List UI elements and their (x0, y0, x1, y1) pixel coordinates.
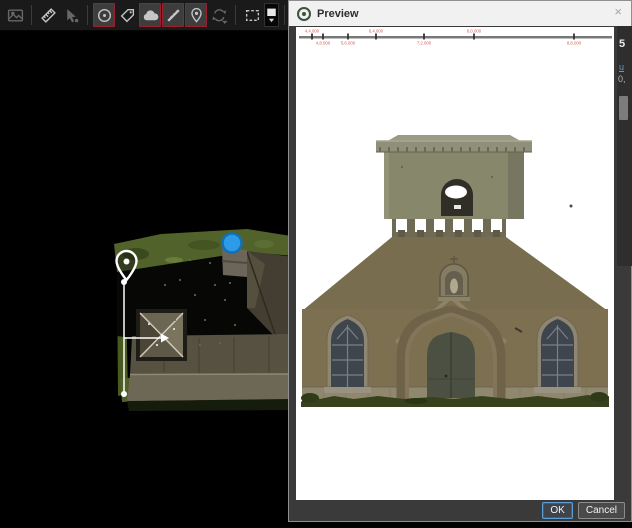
ruler-tick-label: 7,2.000 (417, 41, 432, 46)
marquee-icon (244, 7, 261, 24)
target-circle-tool-button[interactable] (93, 3, 115, 27)
scrollbar-thumb[interactable] (619, 96, 628, 120)
pointcloud-top-view (104, 224, 294, 420)
cancel-button[interactable]: Cancel (578, 502, 625, 519)
ruler-tick-label: 5,6.000 (341, 41, 356, 46)
bell-tower (376, 135, 532, 219)
side-panel-link[interactable]: u (617, 62, 624, 72)
ruler-tick-label: 8,0.000 (467, 29, 482, 34)
point-cloud-tool-button[interactable] (139, 3, 161, 27)
dialog-title-bar[interactable]: Preview × (289, 1, 631, 26)
segment-icon (165, 7, 182, 24)
ruler-tick-label: 8,8.000 (567, 41, 582, 46)
church-facade (301, 135, 609, 407)
pin-icon (188, 7, 205, 24)
image-tool-button[interactable] (4, 3, 26, 27)
tag-icon (119, 7, 136, 24)
ruler-tick-label: 6,4.000 (369, 29, 384, 34)
scale-ruler: 4,4.000 4,8.000 5,6.000 6,4.000 7,2.000 8,0.0… (299, 29, 612, 46)
target-icon (96, 7, 113, 24)
measure-ruler-tool-button[interactable] (37, 3, 59, 27)
side-panel-strip: 5 u 0, (617, 26, 632, 266)
preview-dialog-icon (297, 7, 311, 21)
image-icon (7, 7, 24, 24)
ok-button[interactable]: OK (542, 502, 572, 519)
toolbar-separator (235, 5, 236, 25)
toolbar-separator (284, 5, 285, 25)
split-icon (263, 7, 280, 24)
app-window: Preview × 4,4.000 4,8.000 5,6.000 6,4.000 7,… (0, 0, 632, 528)
orthophoto-preview: 4,4.000 4,8.000 5,6.000 6,4.000 7,2.000 8,0.0… (296, 27, 614, 502)
right-window (534, 315, 581, 393)
ruler-tick-label: 4,4.000 (305, 29, 320, 34)
toolbar-separator (31, 5, 32, 25)
marquee-select-tool-button[interactable] (241, 3, 263, 27)
preview-canvas: 4,4.000 4,8.000 5,6.000 6,4.000 7,2.000 8,0.0… (296, 27, 614, 502)
side-panel-value-2: 0, (617, 74, 626, 84)
dialog-footer: OK Cancel (289, 500, 631, 521)
preview-dialog: Preview × 4,4.000 4,8.000 5,6.000 6,4.000 7,… (288, 0, 632, 522)
tag-tool-button[interactable] (116, 3, 138, 27)
orbit-tool-button[interactable] (208, 3, 230, 27)
orbit-icon (211, 7, 228, 24)
close-icon[interactable]: × (614, 4, 622, 19)
corbel-row (392, 218, 506, 237)
pick-icon (63, 7, 80, 24)
scan-artifact-dot (570, 205, 573, 208)
pick-point-tool-button[interactable] (60, 3, 82, 27)
left-window (324, 315, 371, 393)
display-mode-dropdown[interactable] (264, 3, 279, 27)
pin-tool-button[interactable] (185, 3, 207, 27)
toolbar-separator (87, 5, 88, 25)
cloud-icon (142, 7, 159, 24)
ruler-tick-label: 4,8.000 (316, 41, 331, 46)
measure-segment-tool-button[interactable] (162, 3, 184, 27)
dialog-title: Preview (317, 8, 359, 20)
ruler-icon (40, 7, 57, 24)
side-panel-value: 5 (617, 38, 625, 50)
blue-dot-marker[interactable] (223, 234, 242, 253)
